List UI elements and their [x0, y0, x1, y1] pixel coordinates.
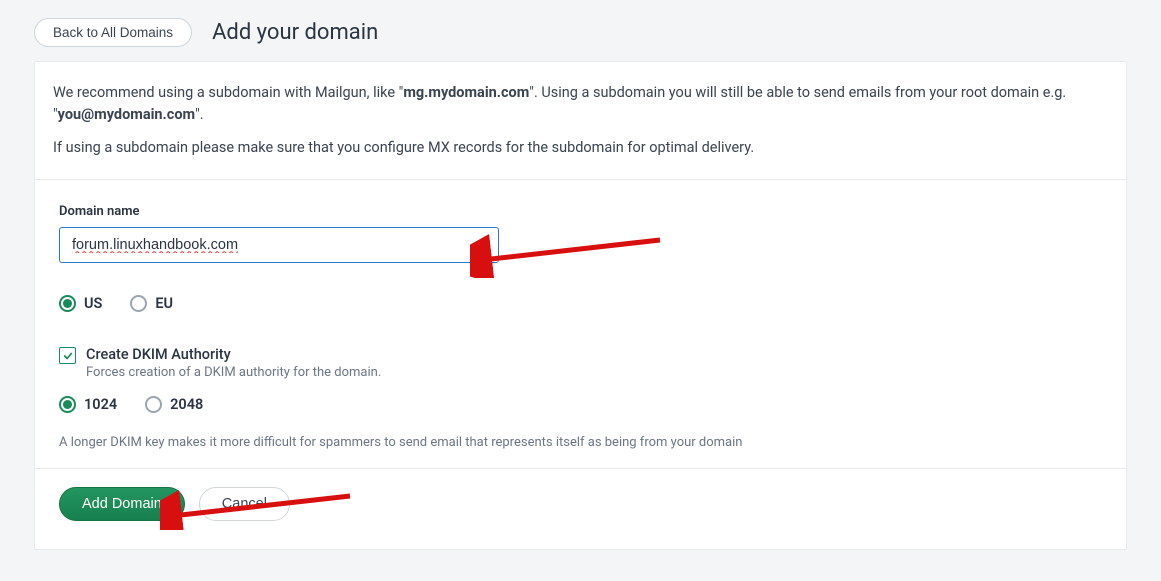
actions-row: Add Domain Cancel	[35, 469, 1126, 549]
dkim-subtitle: Forces creation of a DKIM authority for …	[86, 365, 381, 380]
dkim-checkbox[interactable]	[59, 347, 76, 364]
intro-line-1: We recommend using a subdomain with Mail…	[53, 82, 1108, 127]
check-icon	[63, 351, 73, 361]
radio-checked-icon	[59, 396, 76, 413]
radio-unchecked-icon	[145, 396, 162, 413]
region-radio-group: US EU	[59, 295, 1102, 312]
dkim-length-radio-group: 1024 2048	[59, 396, 1102, 413]
domain-name-input[interactable]	[59, 227, 499, 263]
domain-name-label: Domain name	[59, 204, 1102, 219]
dkim-radio-1024[interactable]: 1024	[59, 396, 117, 413]
form-body: Domain name US EU Create DKIM Authority …	[35, 180, 1126, 469]
page-title: Add your domain	[212, 20, 378, 45]
dkim-hint: A longer DKIM key makes it more difficul…	[59, 435, 1102, 450]
dkim-text: Create DKIM Authority Forces creation of…	[86, 346, 381, 380]
region-us-label: US	[84, 295, 102, 312]
cancel-button[interactable]: Cancel	[199, 487, 290, 521]
dkim-title: Create DKIM Authority	[86, 346, 381, 363]
dkim-checkbox-row: Create DKIM Authority Forces creation of…	[59, 346, 1102, 380]
region-radio-eu[interactable]: EU	[130, 295, 173, 312]
region-radio-us[interactable]: US	[59, 295, 102, 312]
intro-section: We recommend using a subdomain with Mail…	[35, 62, 1126, 180]
intro-line-2: If using a subdomain please make sure th…	[53, 137, 1108, 159]
dkim-2048-label: 2048	[170, 396, 203, 413]
page-header: Back to All Domains Add your domain	[0, 0, 1161, 61]
dkim-radio-2048[interactable]: 2048	[145, 396, 203, 413]
add-domain-button[interactable]: Add Domain	[59, 487, 185, 521]
radio-unchecked-icon	[130, 295, 147, 312]
content-card: We recommend using a subdomain with Mail…	[34, 61, 1127, 550]
dkim-1024-label: 1024	[84, 396, 117, 413]
region-eu-label: EU	[155, 295, 173, 312]
back-button[interactable]: Back to All Domains	[34, 18, 192, 47]
radio-checked-icon	[59, 295, 76, 312]
